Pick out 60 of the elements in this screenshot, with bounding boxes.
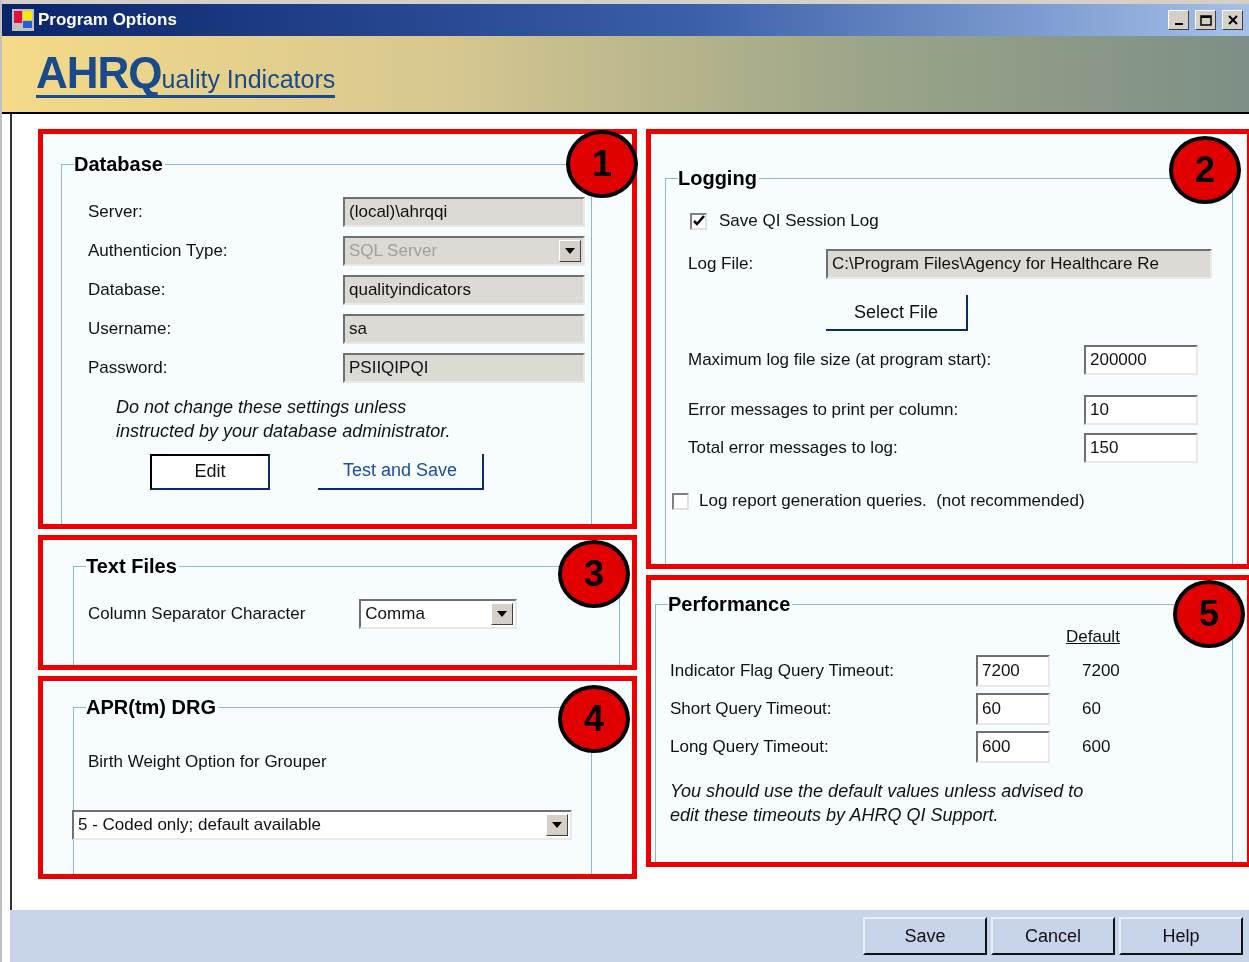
number-badge: 1 (566, 130, 638, 198)
dropdown-arrow-icon (552, 822, 562, 828)
maximize-button[interactable] (1195, 10, 1216, 30)
field-label: Server: (88, 202, 144, 222)
number-badge: 2 (1169, 136, 1241, 204)
minimize-icon (1174, 23, 1183, 25)
field-label: Authenticion Type: (88, 241, 229, 261)
maximize-icon (1199, 14, 1212, 26)
checkbox-label: Log report generation queries. (not recommended) (699, 491, 1085, 511)
default-value: 60 (1082, 699, 1101, 719)
footer-button[interactable]: Cancel (991, 917, 1115, 955)
field-label: Password: (88, 358, 169, 378)
input-field[interactable]: sa (343, 314, 585, 344)
field-label: Maximum log file size (at program start): (688, 350, 993, 370)
field-label: Column Separator Character (88, 604, 306, 624)
input-field[interactable]: qualityindicators (343, 275, 585, 305)
input-field[interactable]: 200000 (1084, 345, 1198, 375)
dropdown[interactable]: 5 - Coded only; default available (72, 810, 572, 840)
checkbox-label: Save QI Session Log (719, 211, 879, 231)
minimize-button[interactable] (1168, 10, 1189, 30)
input-field[interactable]: PSIIQIPQI (343, 353, 585, 383)
number-badge: 4 (558, 685, 630, 753)
field-label: Database: (88, 280, 167, 300)
field-label: Username: (88, 319, 173, 339)
field-label: Long Query Timeout: (670, 737, 830, 757)
checkbox[interactable] (672, 492, 689, 510)
field-label: Total error messages to log: (688, 438, 899, 458)
input-field[interactable]: 60 (976, 693, 1050, 725)
field-label: Birth Weight Option for Grouper (88, 752, 327, 771)
column-heading: Default (1066, 627, 1120, 647)
default-value: 7200 (1082, 661, 1120, 681)
input-field[interactable]: 7200 (976, 655, 1050, 687)
dropdown[interactable]: Comma (359, 599, 518, 629)
logo: AHRQuality Indicators (36, 50, 336, 98)
field-label: Short Query Timeout: (670, 699, 833, 719)
input-field[interactable]: 150 (1084, 433, 1198, 463)
number-badge: 3 (558, 540, 630, 608)
input-field[interactable]: 10 (1084, 395, 1198, 425)
input-field[interactable]: (local)\ahrqqi (343, 197, 585, 227)
checkbox[interactable] (690, 212, 707, 230)
footer-button[interactable]: Help (1119, 917, 1243, 955)
number-badge: 5 (1173, 580, 1245, 648)
dropdown-arrow-icon (497, 611, 508, 617)
note-text: You should use the default values unless advised to edit these timeouts by AHRQ QI Support. (670, 780, 1085, 828)
field-label: Indicator Flag Query Timeout: (670, 661, 895, 681)
input-field[interactable]: 600 (976, 731, 1050, 763)
test-and-save-button[interactable]: Test and Save (318, 453, 484, 490)
edit-button[interactable]: Edit (150, 453, 270, 490)
close-button[interactable] (1222, 10, 1243, 30)
select-file-button[interactable]: Select File (826, 295, 968, 331)
field-label: Log File: (688, 254, 755, 274)
dropdown-arrow-icon (565, 248, 575, 254)
default-value: 600 (1082, 737, 1111, 757)
input-field[interactable]: C:\Program Files\Agency for Healthcare Re (826, 249, 1212, 279)
window-title: Program Options (38, 10, 178, 30)
footer-button[interactable]: Save (863, 917, 987, 955)
close-icon (1227, 15, 1238, 25)
field-label: Error messages to print per column: (688, 400, 960, 420)
app-icon (12, 9, 34, 31)
note-text: Do not change these settings unless instructed by your database administrator. (116, 396, 452, 444)
